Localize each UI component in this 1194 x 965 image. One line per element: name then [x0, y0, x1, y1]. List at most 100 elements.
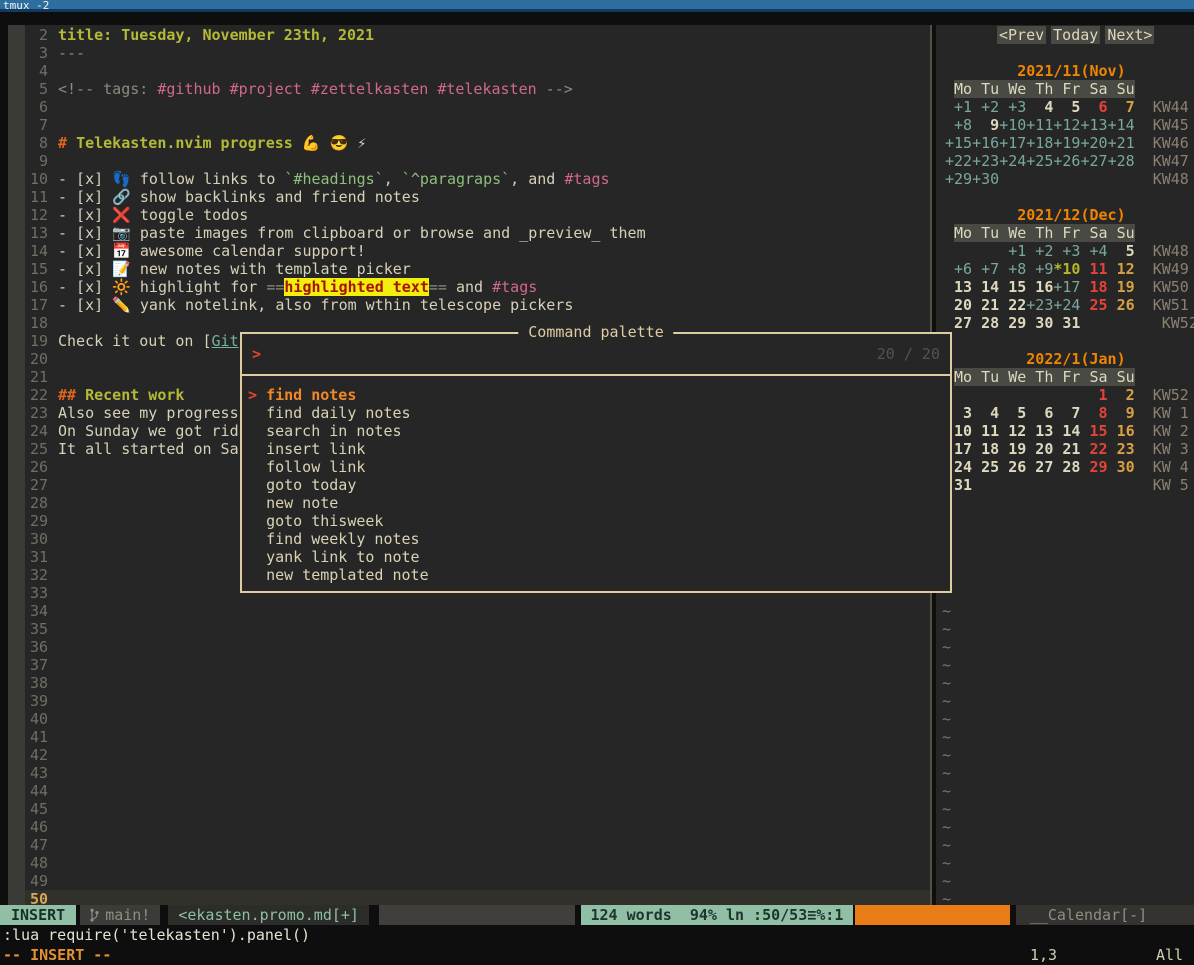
palette-item[interactable]: new templated note: [248, 566, 950, 584]
calendar-day[interactable]: 31: [1053, 314, 1080, 332]
editor-line-40[interactable]: 40: [25, 710, 930, 728]
editor-line-5[interactable]: 5<!-- tags: #github #project #zettelkast…: [25, 80, 930, 98]
calendar-day[interactable]: 7: [1053, 404, 1080, 422]
palette-item[interactable]: find daily notes: [248, 404, 950, 422]
calendar-day[interactable]: 11: [972, 422, 999, 440]
editor-line-44[interactable]: 44: [25, 782, 930, 800]
calendar-day[interactable]: 30: [1108, 458, 1135, 476]
today-button[interactable]: Today: [1051, 26, 1100, 44]
calendar-day[interactable]: 26: [1108, 296, 1135, 314]
calendar-day[interactable]: 28: [972, 314, 999, 332]
palette-item[interactable]: yank link to note: [248, 548, 950, 566]
calendar-day[interactable]: +1: [999, 242, 1026, 260]
calendar-day[interactable]: 1: [1080, 386, 1107, 404]
calendar-day[interactable]: 21: [1053, 440, 1080, 458]
calendar-day[interactable]: +6: [945, 260, 972, 278]
calendar-day[interactable]: +22: [945, 152, 972, 170]
calendar-day[interactable]: 28: [1053, 458, 1080, 476]
calendar-day[interactable]: 6: [1026, 404, 1053, 422]
calendar-day[interactable]: +14: [1108, 116, 1135, 134]
editor-line-8[interactable]: 8# Telekasten.nvim progress 💪 😎 ⚡: [25, 134, 930, 152]
editor-line-45[interactable]: 45: [25, 800, 930, 818]
editor-line-13[interactable]: 13- [x] 📷 paste images from clipboard or…: [25, 224, 930, 242]
editor-scrollbar[interactable]: [8, 25, 25, 905]
editor-line-16[interactable]: 16- [x] 🔆 highlight for ==highlighted te…: [25, 278, 930, 296]
palette-item[interactable]: goto today: [248, 476, 950, 494]
editor-line-2[interactable]: 2title: Tuesday, November 23th, 2021: [25, 26, 930, 44]
editor-line-15[interactable]: 15- [x] 📝 new notes with template picker: [25, 260, 930, 278]
calendar-day[interactable]: 20: [1026, 440, 1053, 458]
editor-line-12[interactable]: 12- [x] ❌ toggle todos: [25, 206, 930, 224]
calendar-day[interactable]: 27: [945, 314, 972, 332]
command-line[interactable]: :lua require('telekasten').panel(): [0, 925, 1194, 945]
calendar-day[interactable]: +29: [945, 170, 972, 188]
calendar-day[interactable]: +18: [1026, 134, 1053, 152]
calendar-day[interactable]: 18: [972, 440, 999, 458]
palette-item[interactable]: > find notes: [248, 386, 950, 404]
calendar-day[interactable]: 19: [1108, 278, 1135, 296]
calendar-day[interactable]: +27: [1080, 152, 1107, 170]
calendar-day[interactable]: +1: [945, 98, 972, 116]
calendar-day[interactable]: 21: [972, 296, 999, 314]
prev-button[interactable]: <Prev: [997, 26, 1046, 44]
calendar-day[interactable]: +15: [945, 134, 972, 152]
calendar-day[interactable]: 9: [1108, 404, 1135, 422]
calendar-day[interactable]: 14: [972, 278, 999, 296]
calendar-day[interactable]: 22: [1080, 440, 1107, 458]
calendar-day[interactable]: 13: [945, 278, 972, 296]
editor-line-6[interactable]: 6: [25, 98, 930, 116]
palette-item[interactable]: find weekly notes: [248, 530, 950, 548]
editor-line-10[interactable]: 10- [x] 👣 follow links to `#headings`, `…: [25, 170, 930, 188]
calendar-day[interactable]: 18: [1080, 278, 1107, 296]
calendar-day[interactable]: +20: [1080, 134, 1107, 152]
calendar-day[interactable]: +10: [999, 116, 1026, 134]
calendar-day[interactable]: 15: [999, 278, 1026, 296]
calendar-day[interactable]: 27: [1026, 458, 1053, 476]
calendar-day[interactable]: 4: [972, 404, 999, 422]
editor-line-18[interactable]: 18: [25, 314, 930, 332]
editor-line-3[interactable]: 3---: [25, 44, 930, 62]
calendar-day[interactable]: +28: [1108, 152, 1135, 170]
calendar-day[interactable]: 22: [999, 296, 1026, 314]
calendar-day[interactable]: +3: [1053, 242, 1080, 260]
calendar-day[interactable]: +4: [1080, 242, 1107, 260]
calendar-day[interactable]: +8: [999, 260, 1026, 278]
calendar-day[interactable]: +17: [1053, 278, 1080, 296]
calendar-day[interactable]: +7: [972, 260, 999, 278]
editor-line-49[interactable]: 49: [25, 872, 930, 890]
editor-line-14[interactable]: 14- [x] 📅 awesome calendar support!: [25, 242, 930, 260]
calendar-day[interactable]: 12: [1108, 260, 1135, 278]
editor-line-38[interactable]: 38: [25, 674, 930, 692]
calendar-day[interactable]: 12: [999, 422, 1026, 440]
tab-segment[interactable]: ☰ [11]tra…: [855, 905, 1009, 925]
calendar-day[interactable]: 19: [999, 440, 1026, 458]
calendar-day[interactable]: +26: [1053, 152, 1080, 170]
editor-line-35[interactable]: 35: [25, 620, 930, 638]
calendar-day[interactable]: +23: [972, 152, 999, 170]
calendar-day[interactable]: 15: [1080, 422, 1107, 440]
editor-line-47[interactable]: 47: [25, 836, 930, 854]
palette-item[interactable]: search in notes: [248, 422, 950, 440]
calendar-day[interactable]: 5: [1053, 98, 1080, 116]
calendar-day[interactable]: 6: [1080, 98, 1107, 116]
calendar-day[interactable]: 30: [1026, 314, 1053, 332]
filename-segment[interactable]: <ekasten.promo.md[+]: [168, 905, 369, 925]
calendar-day[interactable]: *10: [1053, 260, 1080, 278]
calendar-day[interactable]: +12: [1053, 116, 1080, 134]
editor-line-43[interactable]: 43: [25, 764, 930, 782]
palette-item[interactable]: follow link: [248, 458, 950, 476]
next-button[interactable]: Next>: [1105, 26, 1154, 44]
calendar-day[interactable]: 20: [945, 296, 972, 314]
calendar-day[interactable]: 13: [1026, 422, 1053, 440]
calendar-day[interactable]: +2: [1026, 242, 1053, 260]
calendar-day[interactable]: +24: [1053, 296, 1080, 314]
calendar-day[interactable]: 14: [1053, 422, 1080, 440]
editor-line-9[interactable]: 9: [25, 152, 930, 170]
editor-line-37[interactable]: 37: [25, 656, 930, 674]
calendar-day[interactable]: 26: [999, 458, 1026, 476]
calendar-day[interactable]: +8: [945, 116, 972, 134]
palette-item[interactable]: goto thisweek: [248, 512, 950, 530]
calendar-day[interactable]: 29: [1080, 458, 1107, 476]
editor-line-50[interactable]: 50: [25, 890, 930, 906]
editor-line-11[interactable]: 11- [x] 🔗 show backlinks and friend note…: [25, 188, 930, 206]
